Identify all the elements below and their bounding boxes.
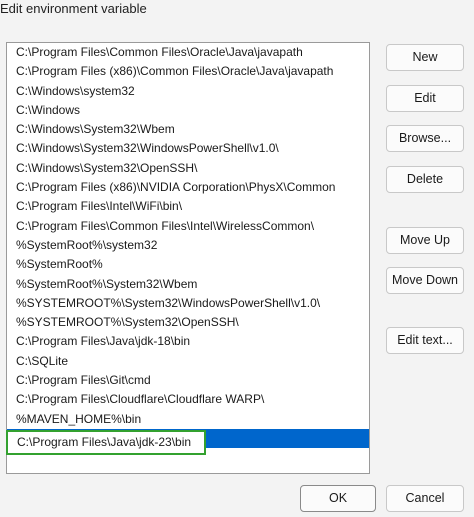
path-list-item[interactable]: C:\Program Files\Java\jdk-18\bin <box>7 332 369 351</box>
path-list-item[interactable]: C:\Windows\System32\WindowsPowerShell\v1… <box>7 139 369 158</box>
path-list-item[interactable]: C:\Windows\system32 <box>7 82 369 101</box>
path-list-item[interactable]: C:\Windows\System32\Wbem <box>7 120 369 139</box>
path-list-item[interactable]: C:\Windows <box>7 101 369 120</box>
path-list-item[interactable]: %SYSTEMROOT%\System32\WindowsPowerShell\… <box>7 294 369 313</box>
path-list-item[interactable]: C:\Program Files\Intel\WiFi\bin\ <box>7 197 369 216</box>
edit-text-button[interactable]: Edit text... <box>386 327 464 354</box>
path-list-item[interactable]: C:\Program Files (x86)\NVIDIA Corporatio… <box>7 178 369 197</box>
path-list-item[interactable]: C:\Program Files\Git\cmd <box>7 371 369 390</box>
path-list-item[interactable]: %SYSTEMROOT%\System32\OpenSSH\ <box>7 313 369 332</box>
path-list-item[interactable]: C:\Program Files (x86)\Common Files\Orac… <box>7 62 369 81</box>
dialog-title: Edit environment variable <box>0 1 147 16</box>
path-edit-field[interactable]: C:\Program Files\Java\jdk-23\bin <box>6 430 206 455</box>
path-list-item[interactable]: C:\Program Files\Common Files\Oracle\Jav… <box>7 43 369 62</box>
new-button[interactable]: New <box>386 44 464 71</box>
path-list-item[interactable]: C:\Windows\System32\OpenSSH\ <box>7 159 369 178</box>
delete-button[interactable]: Delete <box>386 166 464 193</box>
path-list-item[interactable]: %SystemRoot% <box>7 255 369 274</box>
path-list-item[interactable]: C:\SQLite <box>7 352 369 371</box>
ok-button[interactable]: OK <box>300 485 376 512</box>
path-list-item[interactable]: C:\Program Files\Cloudflare\Cloudflare W… <box>7 390 369 409</box>
path-list-item[interactable]: %SystemRoot%\System32\Wbem <box>7 275 369 294</box>
path-list-item[interactable]: %MAVEN_HOME%\bin <box>7 410 369 429</box>
edit-button[interactable]: Edit <box>386 85 464 112</box>
path-list-item[interactable]: C:\Program Files\Common Files\Intel\Wire… <box>7 217 369 236</box>
move-down-button[interactable]: Move Down <box>386 267 464 294</box>
browse-button[interactable]: Browse... <box>386 125 464 152</box>
path-list[interactable]: C:\Program Files\Common Files\Oracle\Jav… <box>6 42 370 474</box>
path-list-item[interactable]: %SystemRoot%\system32 <box>7 236 369 255</box>
move-up-button[interactable]: Move Up <box>386 227 464 254</box>
cancel-button[interactable]: Cancel <box>386 485 464 512</box>
